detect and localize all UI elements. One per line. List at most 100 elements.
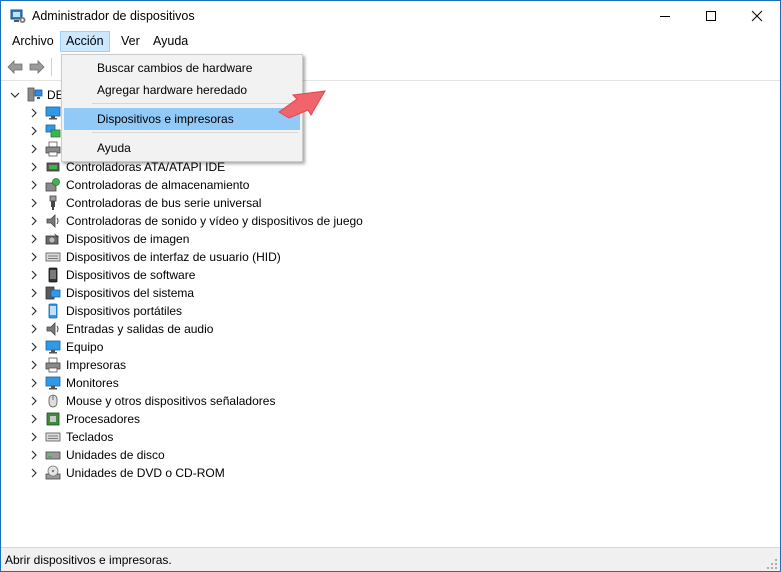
tree-item[interactable]: Monitores (1, 374, 780, 392)
expand-icon[interactable] (29, 374, 39, 392)
menu-item-dispositivos-impresoras[interactable]: Dispositivos e impresoras (64, 108, 300, 130)
portable-icon (45, 303, 61, 319)
expand-icon[interactable] (29, 284, 39, 302)
tree-item[interactable]: Unidades de disco (1, 446, 780, 464)
menu-ver[interactable]: Ver (116, 31, 145, 52)
menu-ayuda[interactable]: Ayuda (148, 31, 193, 52)
chevron-right-icon (31, 342, 37, 352)
menu-item-buscar-cambios[interactable]: Buscar cambios de hardware (64, 57, 300, 79)
tree-item[interactable]: Teclados (1, 428, 780, 446)
monitor-icon (45, 339, 61, 355)
system-icon (45, 285, 61, 301)
menu-archivo[interactable]: Archivo (7, 31, 59, 52)
tree-item-label: Impresoras (66, 358, 127, 372)
expand-icon[interactable] (29, 410, 39, 428)
menu-item-label: Agregar hardware heredado (97, 83, 248, 97)
chevron-right-icon (31, 252, 37, 262)
device-manager-window: Administrador de dispositivos Archivo Ac… (0, 0, 781, 572)
tree-item[interactable]: Dispositivos portátiles (1, 302, 780, 320)
chevron-right-icon (31, 396, 37, 406)
tree-item-label: Controladoras de bus serie universal (66, 196, 262, 210)
tree-item-label: Dispositivos de interfaz de usuario (HID… (66, 250, 281, 264)
expand-icon[interactable] (29, 320, 39, 338)
expand-icon[interactable] (29, 158, 39, 176)
chevron-right-icon (31, 450, 37, 460)
chevron-right-icon (31, 324, 37, 334)
expand-icon[interactable] (29, 176, 39, 194)
menu-item-label: Buscar cambios de hardware (97, 61, 253, 75)
menu-accion[interactable]: Acción (60, 31, 110, 52)
title-bar[interactable]: Administrador de dispositivos (1, 1, 780, 31)
chevron-right-icon (31, 234, 37, 244)
network-icon (45, 123, 61, 139)
tree-item[interactable]: Equipo (1, 338, 780, 356)
tree-item[interactable]: Controladoras de almacenamiento (1, 176, 780, 194)
tree-item-label: Controladoras de sonido y vídeo y dispos… (66, 214, 363, 228)
expand-icon[interactable] (29, 446, 39, 464)
tree-item-label: Dispositivos portátiles (66, 304, 183, 318)
tree-item[interactable]: Dispositivos de interfaz de usuario (HID… (1, 248, 780, 266)
toolbar-separator (51, 58, 52, 76)
tree-item[interactable]: Dispositivos de software (1, 266, 780, 284)
close-button[interactable] (734, 1, 780, 31)
expand-icon[interactable] (29, 194, 39, 212)
expand-icon[interactable] (29, 122, 39, 140)
device-manager-app-icon (10, 9, 26, 23)
minimize-icon (660, 16, 670, 17)
chevron-right-icon (31, 126, 37, 136)
tree-item[interactable]: Controladoras de sonido y vídeo y dispos… (1, 212, 780, 230)
status-bar: Abrir dispositivos e impresoras. (1, 547, 780, 571)
tree-item[interactable]: Mouse y otros dispositivos señaladores (1, 392, 780, 410)
tree-item-label: Unidades de disco (66, 448, 165, 462)
expand-icon[interactable] (29, 230, 39, 248)
expand-icon[interactable] (29, 140, 39, 158)
monitor-icon (45, 375, 61, 391)
expand-icon[interactable] (29, 464, 39, 482)
tree-item[interactable]: Entradas y salidas de audio (1, 320, 780, 338)
expand-icon[interactable] (29, 302, 39, 320)
camera-icon (45, 231, 61, 247)
chevron-right-icon (31, 108, 37, 118)
tree-item-label: Monitores (66, 376, 119, 390)
window-title: Administrador de dispositivos (32, 9, 195, 23)
tree-item[interactable]: Impresoras (1, 356, 780, 374)
expand-icon[interactable] (29, 212, 39, 230)
maximize-button[interactable] (688, 1, 734, 31)
chevron-right-icon (31, 288, 37, 298)
collapse-icon[interactable] (10, 90, 20, 100)
expand-icon[interactable] (29, 356, 39, 374)
ide-controller-icon (45, 159, 61, 175)
tree-item[interactable]: Procesadores (1, 410, 780, 428)
chevron-right-icon (31, 468, 37, 478)
menu-item-label: Dispositivos e impresoras (97, 112, 234, 126)
chevron-right-icon (31, 144, 37, 154)
menu-item-agregar-hardware[interactable]: Agregar hardware heredado (64, 79, 300, 101)
tree-item[interactable]: Dispositivos del sistema (1, 284, 780, 302)
mouse-icon (45, 393, 61, 409)
expand-icon[interactable] (29, 248, 39, 266)
expand-icon[interactable] (29, 428, 39, 446)
speaker-icon (45, 213, 61, 229)
expand-icon[interactable] (29, 266, 39, 284)
expand-icon[interactable] (29, 104, 39, 122)
menu-item-ayuda[interactable]: Ayuda (64, 137, 300, 159)
expand-icon[interactable] (29, 338, 39, 356)
menu-item-label: Ayuda (97, 141, 131, 155)
forward-icon[interactable] (28, 58, 46, 76)
phone-icon (45, 267, 61, 283)
back-icon[interactable] (6, 58, 24, 76)
tree-item-label: Teclados (66, 430, 114, 444)
expand-icon[interactable] (29, 392, 39, 410)
tree-item[interactable]: Dispositivos de imagen (1, 230, 780, 248)
dvd-icon (45, 465, 61, 481)
resize-grip-icon[interactable] (766, 558, 778, 570)
minimize-button[interactable] (642, 1, 688, 31)
chevron-right-icon (31, 306, 37, 316)
close-icon (751, 10, 763, 22)
tree-item-label: Entradas y salidas de audio (66, 322, 214, 336)
chevron-right-icon (31, 270, 37, 280)
tree-item-label: Controladoras de almacenamiento (66, 178, 250, 192)
tree-item[interactable]: Controladoras de bus serie universal (1, 194, 780, 212)
menu-bar: Archivo Acción Ver Ayuda (1, 31, 780, 53)
tree-item[interactable]: Unidades de DVD o CD-ROM (1, 464, 780, 482)
